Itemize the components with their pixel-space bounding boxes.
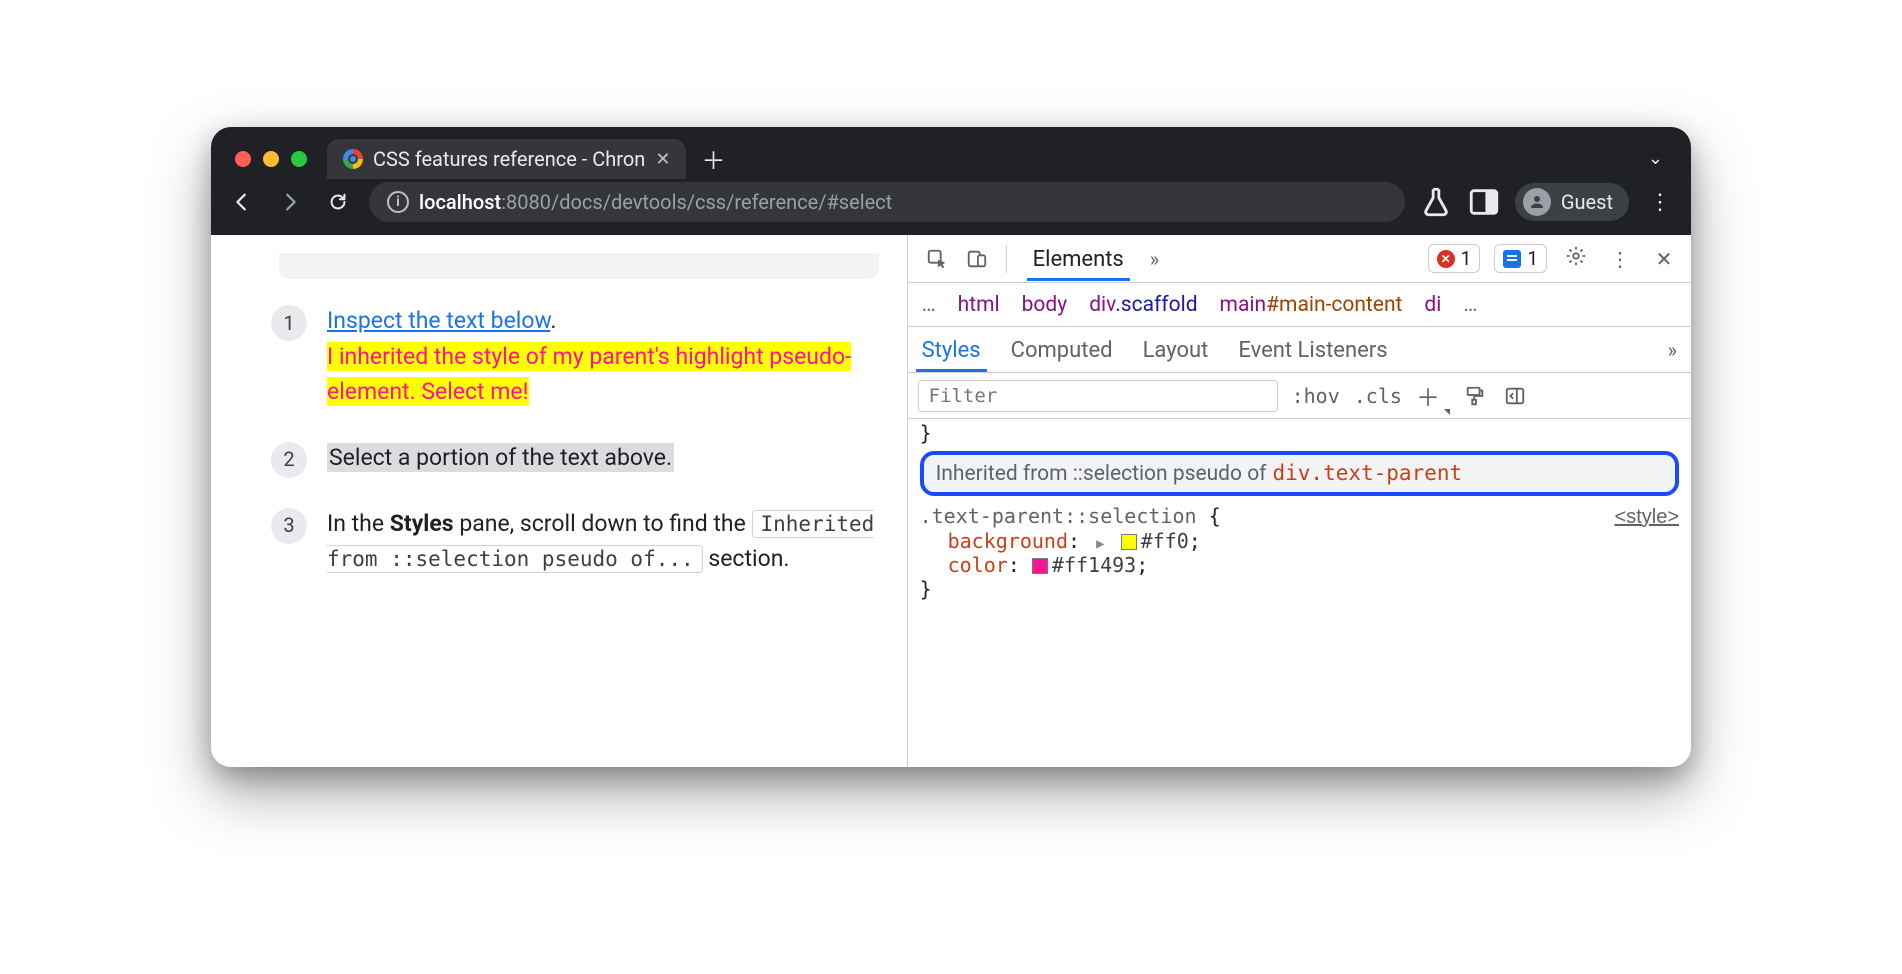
devtools-status-badges: ✕ 1 1 ⋮ ✕ xyxy=(1428,244,1679,273)
nav-back-button[interactable] xyxy=(225,185,259,219)
browser-menu-button[interactable]: ⋮ xyxy=(1643,190,1677,215)
window-close-button[interactable] xyxy=(235,151,251,167)
messages-count: 1 xyxy=(1527,247,1538,270)
css-brace: } xyxy=(920,577,1679,601)
expand-icon[interactable]: ▶ xyxy=(1092,536,1108,552)
inherited-label: Inherited from ::selection pseudo of xyxy=(936,462,1267,486)
css-value: #ff0 xyxy=(1141,529,1189,553)
instruction-step: In the Styles pane, scroll down to find … xyxy=(271,506,879,577)
highlighted-sample-text[interactable]: I inherited the style of my parent's hig… xyxy=(327,342,851,407)
window-zoom-button[interactable] xyxy=(291,151,307,167)
subtab-computed[interactable]: Computed xyxy=(1011,328,1113,371)
devtools-panel: Elements » ✕ 1 1 xyxy=(907,235,1691,767)
window-controls xyxy=(225,151,317,179)
css-declaration[interactable]: background: ▶ #ff0; xyxy=(920,529,1679,553)
error-icon: ✕ xyxy=(1437,250,1455,268)
side-panel-icon[interactable] xyxy=(1467,185,1501,219)
css-declaration[interactable]: color: #ff1493; xyxy=(920,553,1679,577)
nav-forward-button[interactable] xyxy=(273,185,307,219)
browser-chrome: CSS features reference - Chron ✕ ＋ ⌄ xyxy=(211,127,1691,235)
address-bar[interactable]: i localhost:8080/docs/devtools/css/refer… xyxy=(369,182,1405,222)
toggle-sidebar-icon[interactable] xyxy=(1502,383,1528,409)
errors-count: 1 xyxy=(1461,247,1472,270)
page-decorative-bar xyxy=(279,253,879,279)
url-path: :8080/docs/devtools/css/reference/#selec… xyxy=(501,190,892,214)
styles-filter-input[interactable] xyxy=(918,380,1278,412)
new-tab-button[interactable]: ＋ xyxy=(696,141,730,175)
browser-window: CSS features reference - Chron ✕ ＋ ⌄ xyxy=(211,127,1691,767)
inspect-link[interactable]: Inspect the text below xyxy=(327,307,550,334)
css-property: background xyxy=(948,529,1068,553)
profile-label: Guest xyxy=(1561,190,1613,214)
site-info-icon[interactable]: i xyxy=(387,191,409,213)
css-rule-header[interactable]: .text-parent::selection { <style> xyxy=(920,504,1679,529)
window-minimize-button[interactable] xyxy=(263,151,279,167)
breadcrumb-item[interactable]: di xyxy=(1424,293,1441,317)
breadcrumb-item[interactable]: html xyxy=(958,293,1000,317)
breadcrumb-item[interactable]: body xyxy=(1022,293,1068,317)
text: . xyxy=(550,307,556,334)
rendered-page: Inspect the text below. I inherited the … xyxy=(211,235,907,767)
breadcrumb-ellipsis[interactable]: … xyxy=(1463,293,1477,317)
new-style-rule-button[interactable]: ＋ xyxy=(1416,378,1448,413)
chrome-favicon-icon xyxy=(343,149,363,169)
css-fragment: } xyxy=(920,421,1679,445)
profile-chip[interactable]: Guest xyxy=(1515,183,1629,221)
rule-source-link[interactable]: <style> xyxy=(1615,506,1679,529)
css-selector: .text-parent::selection xyxy=(920,504,1197,528)
instruction-list: Inspect the text below. I inherited the … xyxy=(271,303,879,577)
panel-tab-elements[interactable]: Elements xyxy=(1019,237,1138,280)
paint-icon[interactable] xyxy=(1462,383,1488,409)
devtools-menu-icon[interactable]: ⋮ xyxy=(1605,247,1635,271)
devtools-close-icon[interactable]: ✕ xyxy=(1649,247,1679,271)
messages-badge[interactable]: 1 xyxy=(1494,244,1547,273)
nav-reload-button[interactable] xyxy=(321,185,355,219)
inherited-selector: div.text-parent xyxy=(1273,461,1463,485)
devtools-toolbar: Elements » ✕ 1 1 xyxy=(908,235,1691,283)
text: pane, scroll down to find the xyxy=(454,510,752,537)
tab-title: CSS features reference - Chron xyxy=(373,147,645,171)
subtab-layout[interactable]: Layout xyxy=(1143,328,1209,371)
step-2-text: Select a portion of the text above. xyxy=(327,443,674,472)
styles-word: Styles xyxy=(390,510,454,537)
message-icon xyxy=(1503,250,1521,268)
tab-close-icon[interactable]: ✕ xyxy=(655,149,670,170)
text: section. xyxy=(703,545,790,572)
tab-overflow-button[interactable]: ⌄ xyxy=(1648,148,1677,179)
url-host: localhost xyxy=(419,190,501,214)
dom-breadcrumb[interactable]: … html body div.scaffold main#main-conte… xyxy=(908,283,1691,327)
devtools-settings-icon[interactable] xyxy=(1561,245,1591,272)
text: In the xyxy=(327,510,390,537)
subtab-overflow-icon[interactable]: » xyxy=(1668,338,1677,362)
color-swatch-icon[interactable] xyxy=(1032,558,1048,574)
tab-strip: CSS features reference - Chron ✕ ＋ ⌄ xyxy=(211,127,1691,179)
color-swatch-icon[interactable] xyxy=(1121,534,1137,550)
cls-toggle[interactable]: .cls xyxy=(1354,384,1402,408)
subtab-event-listeners[interactable]: Event Listeners xyxy=(1238,328,1387,371)
panel-overflow-icon[interactable]: » xyxy=(1144,247,1165,271)
content-split: Inspect the text below. I inherited the … xyxy=(211,235,1691,767)
css-value: #ff1493 xyxy=(1052,553,1136,577)
device-toolbar-icon[interactable] xyxy=(960,242,994,276)
subtab-styles[interactable]: Styles xyxy=(922,328,981,371)
styles-subtabs: Styles Computed Layout Event Listeners » xyxy=(908,327,1691,373)
breadcrumb-item[interactable]: div.scaffold xyxy=(1089,293,1197,317)
css-brace: { xyxy=(1197,504,1221,528)
breadcrumb-ellipsis[interactable]: … xyxy=(922,293,936,317)
hov-toggle[interactable]: :hov xyxy=(1292,384,1340,408)
css-property: color xyxy=(948,553,1008,577)
browser-toolbar: i localhost:8080/docs/devtools/css/refer… xyxy=(211,179,1691,235)
browser-tab[interactable]: CSS features reference - Chron ✕ xyxy=(327,139,686,179)
labs-icon[interactable] xyxy=(1419,185,1453,219)
inspect-element-icon[interactable] xyxy=(920,242,954,276)
avatar-icon xyxy=(1523,188,1551,216)
inherited-section-header[interactable]: Inherited from ::selection pseudo of div… xyxy=(920,451,1679,496)
styles-pane[interactable]: } Inherited from ::selection pseudo of d… xyxy=(908,419,1691,767)
instruction-step: Select a portion of the text above. xyxy=(271,440,879,476)
instruction-step: Inspect the text below. I inherited the … xyxy=(271,303,879,410)
errors-badge[interactable]: ✕ 1 xyxy=(1428,244,1481,273)
breadcrumb-item[interactable]: main#main-content xyxy=(1220,293,1403,317)
styles-filter-bar: :hov .cls ＋ xyxy=(908,373,1691,419)
separator xyxy=(1006,245,1007,273)
